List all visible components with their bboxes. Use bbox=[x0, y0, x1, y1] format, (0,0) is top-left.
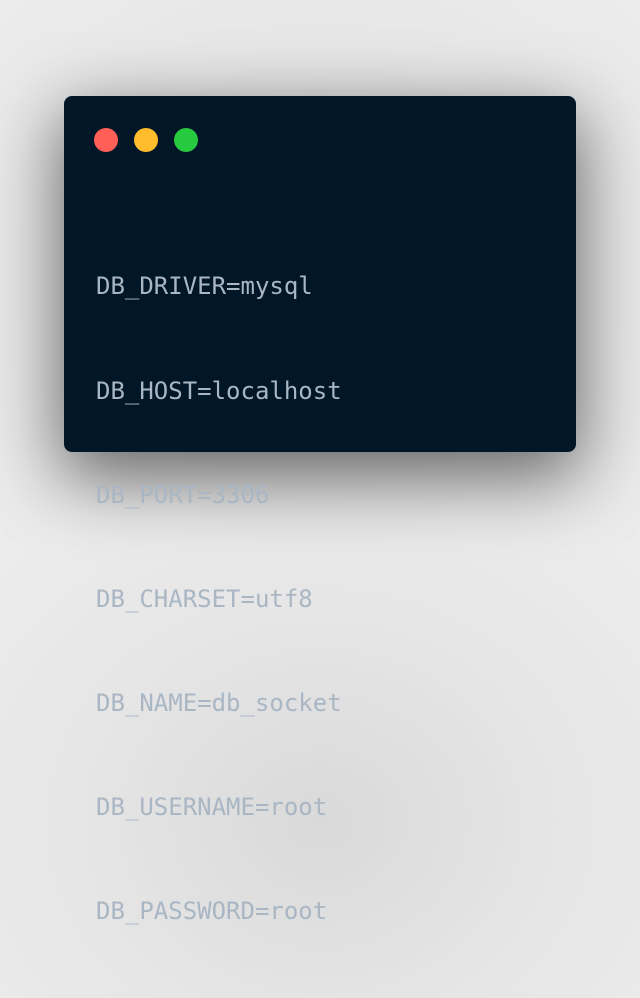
code-line-name: DB_NAME=db_socket bbox=[96, 688, 342, 717]
code-line-password: DB_PASSWORD=root bbox=[96, 897, 328, 926]
code-block: DB_DRIVER=mysql DB_HOST=localhost DB_POR… bbox=[96, 200, 342, 998]
code-line-username: DB_USERNAME=root bbox=[96, 792, 328, 821]
code-window: DB_DRIVER=mysql DB_HOST=localhost DB_POR… bbox=[64, 96, 576, 925]
code-line-host: DB_HOST=localhost bbox=[96, 376, 342, 405]
window-controls bbox=[94, 128, 198, 152]
maximize-button[interactable] bbox=[174, 128, 198, 152]
code-line-charset: DB_CHARSET=utf8 bbox=[96, 584, 313, 613]
code-line-driver: DB_DRIVER=mysql bbox=[96, 272, 313, 301]
code-line-port: DB_PORT=3306 bbox=[96, 480, 270, 509]
minimize-button[interactable] bbox=[134, 128, 158, 152]
close-button[interactable] bbox=[94, 128, 118, 152]
